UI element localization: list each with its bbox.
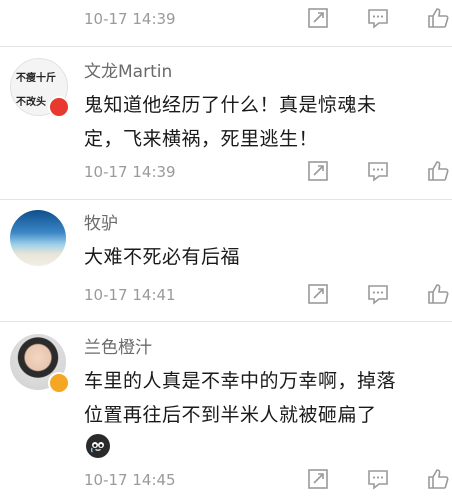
like-button[interactable] [426,282,452,308]
repost-button[interactable] [306,282,332,308]
author-name[interactable]: 文龙Martin [84,60,172,84]
avatar-text: 不瘦十斤 [16,73,56,84]
author-name[interactable]: 兰色橙汁 [84,336,152,360]
like-button[interactable] [426,159,452,185]
comment-icon [368,470,388,490]
thumbs-up-icon [428,284,449,304]
crying-face-emoji-icon [86,434,110,458]
divider [0,199,452,200]
comment-meta: 10-17 14:41 [84,282,452,308]
comment-line: 鬼知道他经历了什么！真是惊魂未 [84,94,377,116]
comment-line: 定，飞来横祸，死里逃生！ [84,128,319,150]
comment-time: 10-17 14:39 [84,163,176,181]
divider [0,321,452,322]
comment-button[interactable] [366,6,392,32]
comment-meta: 10-17 14:39 [84,6,452,32]
comment-line: 大难不死必有后福 [84,246,241,268]
comment-icon [368,285,388,305]
comment-meta: 10-17 14:45 [84,467,452,493]
comment-button[interactable] [366,282,392,308]
comment-actions [306,467,452,493]
like-button[interactable] [426,467,452,493]
comment-time: 10-17 14:41 [84,286,176,304]
comment-button[interactable] [366,467,392,493]
repost-button[interactable] [306,467,332,493]
verified-badge-icon [48,372,70,394]
avatar[interactable] [10,210,66,266]
comment-meta: 10-17 14:39 [84,159,452,185]
comment-content: 大难不死必有后福 [84,240,434,274]
comment-actions [306,282,452,308]
thumbs-up-icon [428,8,449,28]
vip-badge-icon [48,96,70,118]
repost-icon [308,469,328,489]
comment-icon [368,9,388,29]
comment-time: 10-17 14:45 [84,471,176,489]
comment-actions [306,159,452,185]
comment-line: 位置再往后不到半米人就被砸扁了 [84,404,377,426]
author-name[interactable]: 牧驴 [84,212,118,236]
comment-time: 10-17 14:39 [84,10,176,28]
divider [0,46,452,47]
like-button[interactable] [426,6,452,32]
comment-button[interactable] [366,159,392,185]
comment-content: 鬼知道他经历了什么！真是惊魂未 定，飞来横祸，死里逃生！ [84,88,434,156]
repost-icon [308,161,328,181]
repost-button[interactable] [306,159,332,185]
repost-button[interactable] [306,6,332,32]
repost-icon [308,8,328,28]
comment-icon [368,162,388,182]
repost-icon [308,284,328,304]
comment-actions [306,6,452,32]
comment-line: 车里的人真是不幸中的万幸啊，掉落 [84,370,397,392]
avatar-text: 不改头 [16,97,46,108]
thumbs-up-icon [428,469,449,489]
comment-content: 车里的人真是不幸中的万幸啊，掉落 位置再往后不到半米人就被砸扁了 [84,364,434,432]
thumbs-up-icon [428,161,449,181]
